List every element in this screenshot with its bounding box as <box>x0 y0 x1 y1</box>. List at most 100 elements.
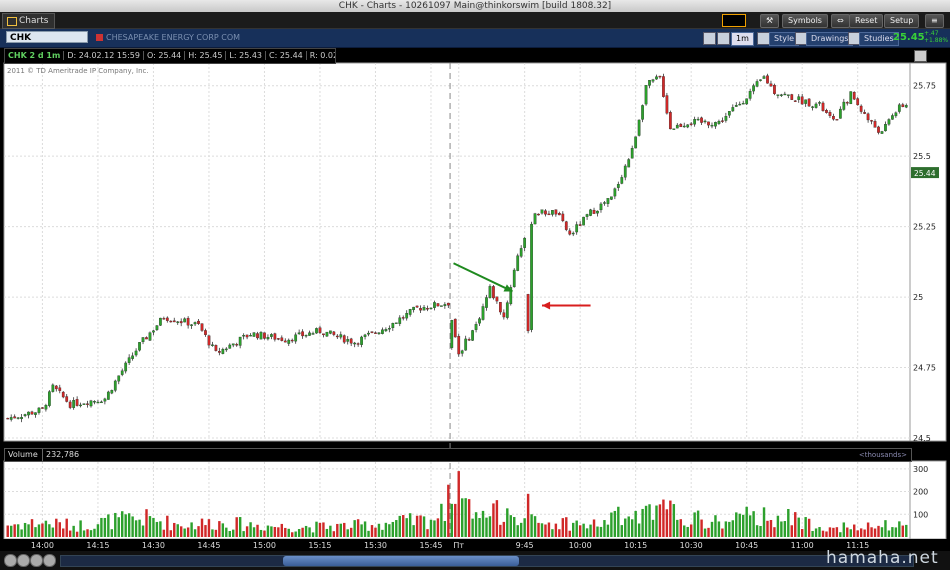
volume-bar <box>478 518 481 537</box>
volume-bar <box>832 527 835 537</box>
candle-body <box>686 124 690 128</box>
candle-body <box>51 384 55 392</box>
volume-bar <box>783 521 787 537</box>
candle-body <box>623 165 627 178</box>
volume-bar <box>540 523 544 537</box>
candle-body <box>842 101 846 110</box>
volume-bar <box>433 520 436 537</box>
volume-bar <box>485 517 488 537</box>
zoom-out-icon[interactable] <box>17 554 30 567</box>
volume-bar <box>790 525 793 537</box>
candle-body <box>186 317 190 326</box>
candle-body <box>533 213 537 225</box>
candle-body <box>429 307 433 310</box>
watermark: hamaha.net <box>826 548 939 568</box>
volume-bar <box>728 521 731 537</box>
volume-bar <box>325 528 329 537</box>
zoom-in-icon[interactable] <box>30 554 43 567</box>
candle-body <box>204 330 207 335</box>
candle-body <box>419 308 422 311</box>
candle-body <box>134 350 138 356</box>
candle-body <box>693 119 697 125</box>
volume-bar <box>599 526 603 537</box>
volume-value: 232,786 <box>42 449 79 461</box>
volume-bar <box>596 526 599 537</box>
volume-bar <box>388 524 391 537</box>
candle-body <box>124 362 128 372</box>
volume-bar <box>526 493 530 537</box>
maximize-icon[interactable] <box>914 50 927 62</box>
candle-body <box>870 120 873 122</box>
volume-bar <box>516 525 519 537</box>
volume-bar <box>27 524 30 537</box>
candle-body <box>901 104 905 108</box>
candle-body <box>446 302 450 306</box>
volume-bar <box>402 515 405 537</box>
volume-bar <box>460 498 464 537</box>
volume-bar <box>377 523 381 537</box>
scrollbar-thumb[interactable] <box>283 556 519 566</box>
volume-bar <box>183 528 186 537</box>
volume-bar <box>644 505 648 537</box>
candle-body <box>537 213 540 216</box>
volume-bar <box>554 523 558 537</box>
candle-body <box>408 309 412 315</box>
candle-body <box>655 76 658 80</box>
volume-bar <box>37 524 41 537</box>
info-open: O: 25.44 <box>143 51 186 60</box>
candle-body <box>27 411 30 416</box>
volume-bar <box>287 528 290 537</box>
volume-bar <box>450 503 454 537</box>
volume-bar <box>155 521 159 537</box>
volume-bar <box>558 529 561 537</box>
candle-body <box>172 320 176 323</box>
back-icon[interactable] <box>4 554 17 567</box>
x-tick-label: 11:00 <box>791 541 814 550</box>
volume-bar <box>731 520 735 537</box>
candle-body <box>214 345 218 351</box>
x-tick-label: 14:45 <box>197 541 220 550</box>
volume-bar <box>263 530 266 537</box>
volume-bar <box>519 522 523 537</box>
candle-body <box>828 112 832 116</box>
chart-scrollbar[interactable] <box>60 555 914 567</box>
volume-bar <box>846 527 849 537</box>
candle-body <box>75 399 79 406</box>
volume-y-axis-labels: 100 200 300 <box>913 465 928 519</box>
volume-bar <box>849 529 852 537</box>
volume-bar <box>530 514 533 537</box>
volume-bar <box>738 513 741 537</box>
candle-body <box>894 112 898 117</box>
candle-body <box>478 318 481 324</box>
volume-bar <box>630 519 634 537</box>
volume-bar <box>270 526 273 537</box>
candle-body <box>682 125 686 128</box>
volume-bar <box>683 525 686 537</box>
candle-body <box>179 321 183 324</box>
candle-body <box>873 121 877 128</box>
volume-bar <box>103 517 107 537</box>
volume-bar <box>568 530 571 537</box>
volume-tick-label: 300 <box>913 465 928 474</box>
volume-unit: <thousands> <box>858 451 907 459</box>
volume-bar <box>464 498 467 537</box>
candle-body <box>6 417 10 420</box>
candle-body <box>512 269 516 288</box>
volume-bar <box>537 522 540 537</box>
volume-bar <box>891 527 894 537</box>
candle-body <box>422 307 426 311</box>
volume-bar <box>422 516 426 537</box>
candle-body <box>530 223 533 330</box>
candle-body <box>644 85 648 105</box>
candle-body <box>141 337 145 343</box>
candle-body <box>131 355 134 359</box>
candle-body <box>86 403 89 405</box>
forward-icon[interactable] <box>43 554 56 567</box>
volume-bar <box>100 517 103 537</box>
candle-body <box>804 99 808 104</box>
candle-body <box>318 327 322 333</box>
candle-body <box>89 400 93 407</box>
candle-body <box>37 407 41 413</box>
ohlc-info-bar: CHK 2 d 1m D: 24.02.12 15:59 O: 25.44 H: 25… <box>4 48 336 64</box>
candle-body <box>800 96 804 105</box>
